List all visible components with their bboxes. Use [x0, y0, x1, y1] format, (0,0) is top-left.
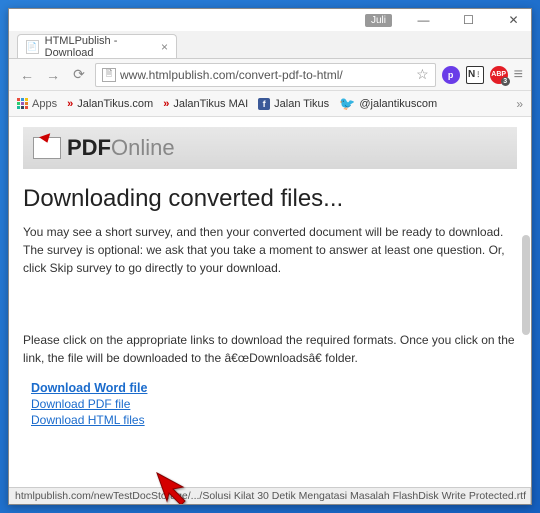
bookmark-label: JalanTikus.com: [77, 98, 153, 110]
address-bar[interactable]: 🗎 www.htmlpublish.com/convert-pdf-to-htm…: [95, 63, 436, 87]
menu-button[interactable]: ≡: [514, 66, 523, 84]
window-titlebar: Juli — ☐ ✕: [9, 9, 531, 31]
site-info-icon[interactable]: 🗎: [102, 68, 116, 82]
status-bar: htmlpublish.com/newTestDocStorage/.../So…: [9, 487, 531, 504]
bookmark-item-4[interactable]: 🐦 @jalantikuscom: [339, 96, 437, 112]
intro-paragraph: You may see a short survey, and then you…: [23, 223, 517, 277]
bookmarks-bar: Apps » JalanTikus.com » JalanTikus MAI f…: [9, 91, 531, 117]
download-word-link[interactable]: Download Word file: [31, 381, 517, 395]
bookmark-item-1[interactable]: » JalanTikus.com: [67, 98, 153, 110]
page-heading: Downloading converted files...: [23, 185, 517, 213]
url-text: www.htmlpublish.com/convert-pdf-to-html/: [120, 68, 412, 82]
tab-strip: 📄 HTMLPublish - Download ×: [9, 31, 531, 59]
reload-button[interactable]: ⟳: [69, 65, 89, 85]
apps-label: Apps: [32, 98, 57, 110]
bookmarks-overflow-icon[interactable]: »: [516, 97, 523, 111]
pdf-logo-icon: [33, 137, 61, 159]
bookmark-item-2[interactable]: » JalanTikus MAI: [163, 98, 248, 110]
bookmark-item-3[interactable]: f Jalan Tikus: [258, 98, 329, 110]
instructions-paragraph: Please click on the appropriate links to…: [23, 331, 517, 367]
apps-icon: [17, 98, 28, 109]
user-badge: Juli: [365, 14, 392, 27]
download-pdf-link[interactable]: Download PDF file: [31, 397, 517, 411]
minimize-button[interactable]: —: [410, 11, 437, 29]
close-button[interactable]: ✕: [500, 11, 527, 29]
browser-tab[interactable]: 📄 HTMLPublish - Download ×: [17, 34, 177, 58]
tab-close-icon[interactable]: ×: [161, 40, 168, 54]
bookmark-label: @jalantikuscom: [359, 98, 437, 110]
logo-text-bold: PDF: [67, 135, 111, 161]
nav-toolbar: ← → ⟳ 🗎 www.htmlpublish.com/convert-pdf-…: [9, 59, 531, 91]
forward-button[interactable]: →: [43, 65, 63, 85]
extension-abp-icon[interactable]: ABP: [490, 66, 508, 84]
tab-title: HTMLPublish - Download: [45, 35, 155, 59]
facebook-icon: f: [258, 98, 270, 110]
bookmark-star-icon[interactable]: ☆: [416, 66, 429, 83]
browser-window: Juli — ☐ ✕ 📄 HTMLPublish - Download × ← …: [8, 8, 532, 505]
logo-banner: PDFOnline: [23, 127, 517, 169]
download-html-link[interactable]: Download HTML files: [31, 413, 517, 427]
extension-icon-2[interactable]: N⋮: [466, 66, 484, 84]
maximize-button[interactable]: ☐: [455, 11, 482, 29]
tikus-icon: »: [163, 98, 169, 110]
extension-icon-1[interactable]: p: [442, 66, 460, 84]
logo-text-light: Online: [111, 135, 175, 161]
bookmark-label: JalanTikus MAI: [173, 98, 248, 110]
bookmark-label: Jalan Tikus: [274, 98, 329, 110]
twitter-icon: 🐦: [339, 96, 355, 112]
page-content: PDFOnline Downloading converted files...…: [9, 117, 531, 504]
download-links: Download Word file Download PDF file Dow…: [31, 381, 517, 427]
tikus-icon: »: [67, 98, 73, 110]
back-button[interactable]: ←: [17, 65, 37, 85]
page-icon: 📄: [26, 40, 39, 54]
apps-shortcut[interactable]: Apps: [17, 98, 57, 110]
